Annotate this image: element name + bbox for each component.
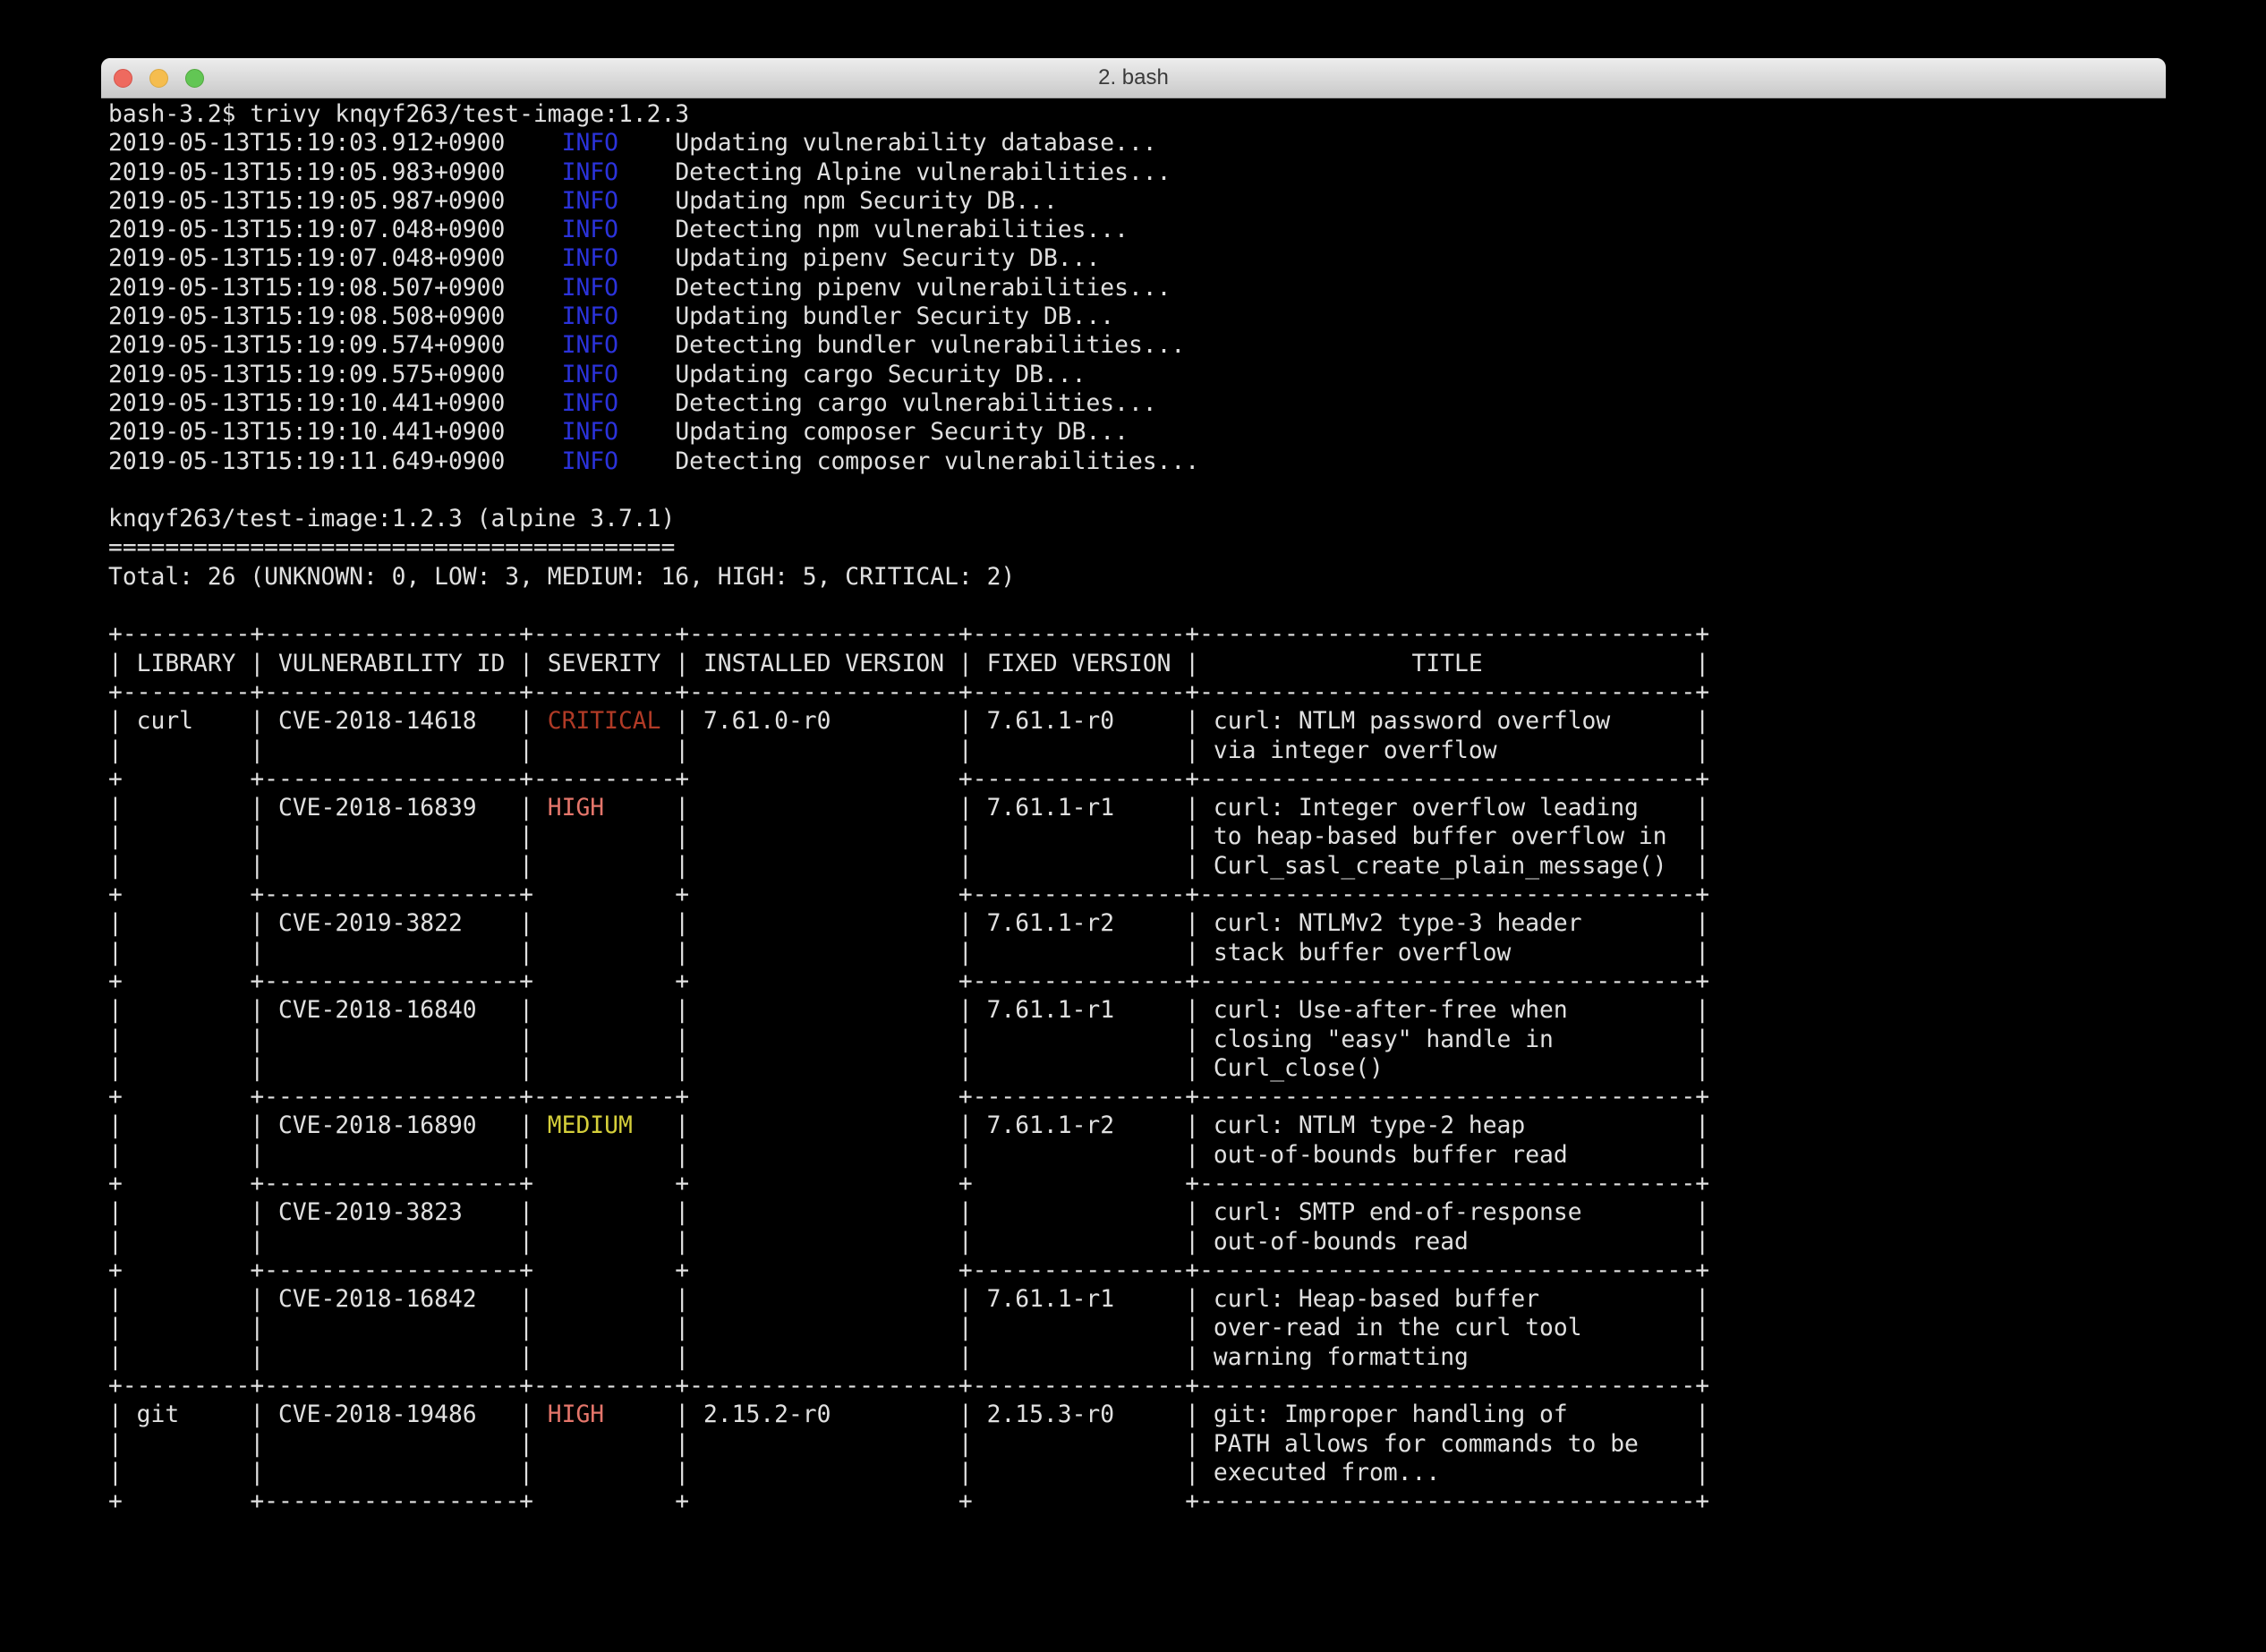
close-button[interactable] [114,69,132,88]
terminal-line: 2019-05-13T15:19:11.649+0900 INFO Detect… [108,447,2166,476]
terminal-line: knqyf263/test-image:1.2.3 (alpine 3.7.1) [108,505,2166,533]
terminal-line: | | | | | | executed from... | [108,1459,2166,1487]
terminal-line: | | CVE-2019-3823 | | | | curl: SMTP end… [108,1198,2166,1227]
terminal-line: bash-3.2$ trivy knqyf263/test-image:1.2.… [108,100,2166,129]
terminal-line: +---------+------------------+----------… [108,620,2166,649]
terminal-line: + +------------------+ + + +------------… [108,1487,2166,1516]
terminal-line [108,476,2166,505]
terminal-line: + +------------------+ + +--------------… [108,1256,2166,1285]
terminal-line: 2019-05-13T15:19:10.441+0900 INFO Detect… [108,389,2166,418]
terminal-window: 2. bash bash-3.2$ trivy knqyf263/test-im… [101,58,2166,1613]
terminal-line: | | | | | | closing "easy" handle in | [108,1026,2166,1054]
zoom-button[interactable] [185,69,204,88]
terminal-line: ======================================== [108,533,2166,562]
minimize-button[interactable] [149,69,168,88]
terminal-line: | | | | | | out-of-bounds buffer read | [108,1141,2166,1170]
terminal-line: | | | | | | Curl_sasl_create_plain_messa… [108,852,2166,881]
terminal-line: 2019-05-13T15:19:08.508+0900 INFO Updati… [108,302,2166,331]
terminal-line: | | | | | | PATH allows for commands to … [108,1430,2166,1459]
terminal-line: + +------------------+ + +--------------… [108,967,2166,996]
terminal-line: 2019-05-13T15:19:09.575+0900 INFO Updati… [108,361,2166,389]
terminal-line: | | CVE-2018-16840 | | | 7.61.1-r1 | cur… [108,996,2166,1025]
terminal-line: | | | | | | Curl_close() | [108,1054,2166,1083]
terminal-line: | curl | CVE-2018-14618 | CRITICAL | 7.6… [108,707,2166,736]
terminal-line: | | | | | | stack buffer overflow | [108,939,2166,967]
terminal-line: | | | | | | to heap-based buffer overflo… [108,822,2166,851]
terminal-line: Total: 26 (UNKNOWN: 0, LOW: 3, MEDIUM: 1… [108,563,2166,592]
terminal-line: 2019-05-13T15:19:10.441+0900 INFO Updati… [108,418,2166,447]
desktop-background: { "window": { "title": "2. bash", "traff… [0,0,2266,1652]
terminal-line: 2019-05-13T15:19:05.983+0900 INFO Detect… [108,158,2166,187]
terminal-line: 2019-05-13T15:19:09.574+0900 INFO Detect… [108,331,2166,360]
terminal-line: | | | | | | via integer overflow | [108,737,2166,765]
window-titlebar[interactable]: 2. bash [101,58,2166,98]
traffic-lights [114,58,204,98]
terminal-line [108,592,2166,620]
terminal-output[interactable]: bash-3.2$ trivy knqyf263/test-image:1.2.… [108,100,2166,1613]
terminal-line: + +------------------+ + + +------------… [108,1170,2166,1198]
terminal-line: | git | CVE-2018-19486 | HIGH | 2.15.2-r… [108,1401,2166,1429]
terminal-line: | LIBRARY | VULNERABILITY ID | SEVERITY … [108,650,2166,678]
terminal-line: 2019-05-13T15:19:07.048+0900 INFO Updati… [108,244,2166,273]
window-title: 2. bash [1098,65,1169,90]
terminal-line: 2019-05-13T15:19:03.912+0900 INFO Updati… [108,129,2166,158]
terminal-line: 2019-05-13T15:19:05.987+0900 INFO Updati… [108,187,2166,216]
terminal-line: | | | | | | warning formatting | [108,1343,2166,1372]
terminal-line: | | CVE-2018-16890 | MEDIUM | | 7.61.1-r… [108,1111,2166,1140]
terminal-line: + +------------------+----------+ +-----… [108,765,2166,794]
terminal-line: + +------------------+ + +--------------… [108,881,2166,909]
terminal-line: +---------+------------------+----------… [108,1372,2166,1401]
terminal-line: | | CVE-2018-16839 | HIGH | | 7.61.1-r1 … [108,794,2166,822]
terminal-line: | | CVE-2018-16842 | | | 7.61.1-r1 | cur… [108,1285,2166,1314]
terminal-line: | | | | | | out-of-bounds read | [108,1228,2166,1256]
terminal-line: | | | | | | over-read in the curl tool | [108,1314,2166,1342]
terminal-line: +---------+------------------+----------… [108,678,2166,707]
terminal-line: + +------------------+----------+ +-----… [108,1083,2166,1111]
terminal-line: 2019-05-13T15:19:07.048+0900 INFO Detect… [108,216,2166,244]
terminal-line: | | CVE-2019-3822 | | | 7.61.1-r2 | curl… [108,909,2166,938]
terminal-line: 2019-05-13T15:19:08.507+0900 INFO Detect… [108,274,2166,302]
